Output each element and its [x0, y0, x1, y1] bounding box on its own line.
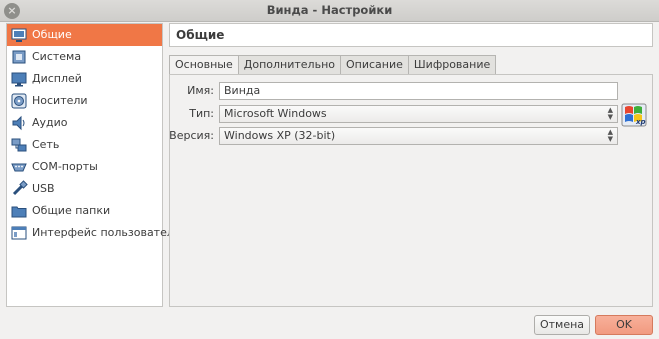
tab-advanced[interactable]: Дополнительно [237, 55, 340, 75]
updown-arrows-icon: ▲ ▼ [607, 128, 613, 143]
sidebar-item-user-interface[interactable]: Интерфейс пользователя [7, 222, 181, 244]
version-select[interactable]: Windows XP (32-bit) ▲ ▼ [219, 127, 618, 145]
serial-ports-icon [10, 158, 28, 176]
ok-button[interactable]: OK [595, 315, 653, 335]
sidebar-item-system[interactable]: Система [7, 46, 162, 68]
audio-icon [10, 114, 28, 132]
tab-bar: Основные Дополнительно Описание Шифрован… [169, 55, 497, 76]
windows-xp-icon: xp [621, 103, 647, 127]
sidebar-item-label: USB [32, 182, 55, 195]
storage-icon [10, 92, 28, 110]
sidebar-item-usb[interactable]: USB [7, 178, 162, 200]
network-icon [10, 136, 28, 154]
name-label: Имя: [187, 84, 214, 97]
type-select-value: Microsoft Windows [224, 107, 327, 120]
sidebar-item-label: Сеть [32, 138, 60, 151]
sidebar-item-general[interactable]: Общие [7, 24, 162, 46]
sidebar-item-label: Дисплей [32, 72, 82, 85]
system-icon [10, 48, 28, 66]
type-select[interactable]: Microsoft Windows ▲ ▼ [219, 105, 618, 123]
updown-arrows-icon: ▲ ▼ [607, 106, 613, 121]
version-select-value: Windows XP (32-bit) [224, 129, 336, 142]
user-interface-icon [10, 224, 28, 242]
shared-folders-icon [10, 202, 28, 220]
cancel-button[interactable]: Отмена [534, 315, 590, 335]
window-title: Винда - Настройки [266, 3, 393, 17]
sidebar-item-label: COM-порты [32, 160, 98, 173]
page-title: Общие [169, 23, 653, 47]
sidebar-item-storage[interactable]: Носители [7, 90, 162, 112]
sidebar-item-label: Общие папки [32, 204, 111, 217]
type-label: Тип: [189, 107, 214, 120]
sidebar-item-display[interactable]: Дисплей [7, 68, 162, 90]
window-close-button[interactable]: × [4, 3, 20, 19]
sidebar-item-label: Интерфейс пользователя [32, 226, 181, 239]
sidebar-item-label: Общие [32, 28, 72, 41]
sidebar-item-network[interactable]: Сеть [7, 134, 162, 156]
settings-sidebar: Общие Система Дисплей Носители Аудио Сет… [6, 23, 181, 307]
sidebar-item-label: Система [32, 50, 82, 63]
window-titlebar: × Винда - Настройки [0, 0, 659, 22]
tab-basic[interactable]: Основные [169, 55, 238, 76]
sidebar-item-label: Носители [32, 94, 88, 107]
usb-icon [10, 180, 28, 198]
tab-encryption[interactable]: Шифрование [407, 55, 497, 75]
sidebar-item-audio[interactable]: Аудио [7, 112, 162, 134]
sidebar-item-shared-folders[interactable]: Общие папки [7, 200, 162, 222]
version-label: Версия: [169, 129, 214, 142]
sidebar-item-label: Аудио [32, 116, 68, 129]
xp-badge: xp [635, 118, 646, 126]
sidebar-item-serial-ports[interactable]: COM-порты [7, 156, 162, 178]
general-icon [10, 26, 28, 44]
name-field[interactable]: Винда [219, 82, 618, 100]
display-icon [10, 70, 28, 88]
tab-description[interactable]: Описание [340, 55, 408, 75]
